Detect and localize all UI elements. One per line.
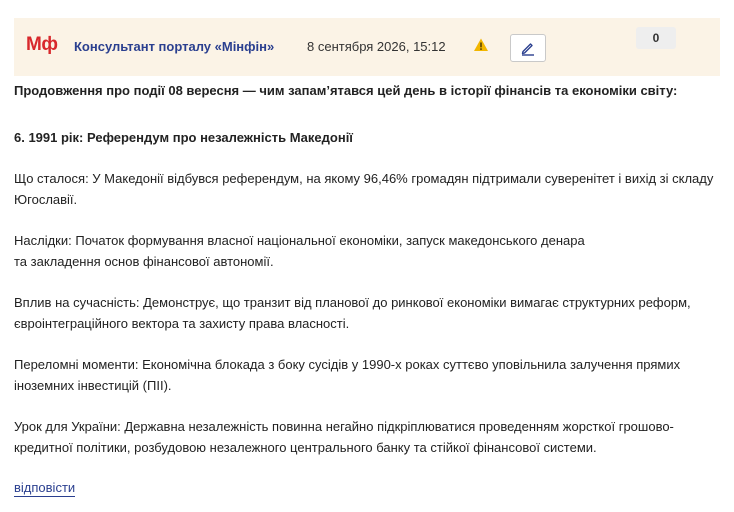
consequences-line-2: та закладення основ фінансової автономії…	[14, 254, 274, 269]
post-intro: Продовження про події 08 вересня — чим з…	[14, 83, 678, 98]
what-happened: Що сталося: У Македонії відбувся референ…	[14, 171, 714, 207]
minfin-logo[interactable]: Мф	[26, 34, 58, 56]
reply-link[interactable]: відповісти	[14, 480, 76, 497]
pencil-icon	[521, 43, 534, 56]
edit-button[interactable]	[510, 34, 546, 62]
influence: Вплив на сучасність: Демонструє, що тран…	[14, 295, 691, 331]
author-name[interactable]: Консультант порталу «Мінфін»	[74, 39, 274, 54]
warning-icon[interactable]	[473, 37, 489, 53]
turning-points: Переломні моменти: Економічна блокада з …	[14, 357, 681, 393]
event-title: 6. 1991 рік: Референдум про незалежність…	[14, 130, 353, 145]
consequences: Наслідки: Початок формування власної нац…	[14, 230, 720, 272]
lesson-for-ukraine: Урок для України: Державна незалежність …	[14, 419, 674, 455]
post-date: 8 сентября 2026, 15:12	[307, 39, 446, 54]
consequences-line-1: Наслідки: Початок формування власної нац…	[14, 233, 585, 248]
post-body: Продовження про події 08 вересня — чим з…	[14, 80, 720, 458]
comment-header: Мф Консультант порталу «Мінфін» 8 сентяб…	[14, 18, 720, 76]
reply-counter: 0	[636, 27, 676, 49]
